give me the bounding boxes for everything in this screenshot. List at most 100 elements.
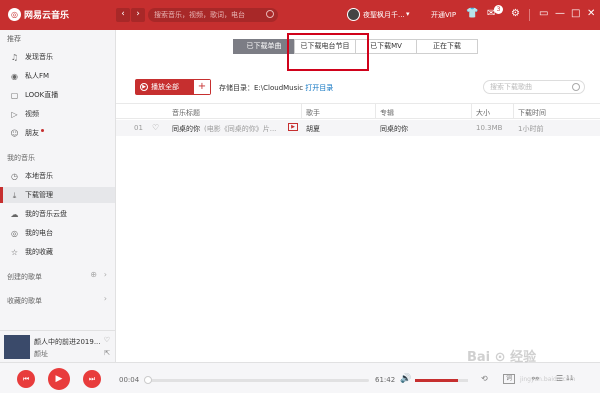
previous-track-button[interactable]: ⏮ bbox=[17, 370, 35, 388]
sidebar-item-cloud-disk[interactable]: ☁ 我的音乐云盘 bbox=[0, 206, 115, 222]
forward-button[interactable]: › bbox=[131, 8, 145, 22]
settings-gear-icon[interactable]: ⚙ bbox=[511, 8, 520, 20]
play-all-group: ▶ 播放全部 + bbox=[135, 79, 211, 95]
sidebar-item-label: 朋友 bbox=[25, 129, 39, 137]
back-button[interactable]: ‹ bbox=[116, 8, 130, 22]
download-search bbox=[483, 80, 585, 94]
play-all-button[interactable]: ▶ 播放全部 bbox=[136, 80, 194, 94]
netease-logo-icon: ◎ bbox=[8, 8, 21, 21]
volume-slider[interactable] bbox=[415, 379, 468, 382]
mv-play-icon[interactable]: ▶ bbox=[288, 123, 298, 131]
download-icon: ⤓ bbox=[12, 190, 17, 200]
like-heart-icon[interactable]: ♡ bbox=[152, 123, 159, 132]
skin-icon[interactable]: 👕 bbox=[466, 8, 478, 20]
column-divider bbox=[301, 104, 302, 119]
column-title[interactable]: 音乐标题 bbox=[172, 108, 200, 118]
total-time: 61:42 bbox=[375, 376, 396, 384]
sidebar-item-label: 下载管理 bbox=[25, 191, 53, 199]
sidebar-item-video[interactable]: ▷ 视频 bbox=[0, 106, 115, 122]
next-track-button[interactable]: ⏭ bbox=[83, 370, 101, 388]
like-heart-icon[interactable]: ♡ bbox=[104, 336, 110, 344]
open-vip-link[interactable]: 开通VIP bbox=[431, 10, 456, 20]
song-download-time: 1小时前 bbox=[518, 125, 544, 133]
close-icon[interactable]: ✕ bbox=[587, 8, 595, 20]
play-all-label: 播放全部 bbox=[151, 83, 179, 91]
baidu-jingyan-watermark: Bai ⊙ 经验 bbox=[467, 350, 537, 365]
sidebar-item-label: LOOK直播 bbox=[25, 91, 59, 99]
loop-mode-icon[interactable]: ⟲ bbox=[481, 374, 488, 383]
sidebar-item-fm[interactable]: ◉ 私人FM bbox=[0, 68, 115, 84]
add-all-to-playlist-button[interactable]: + bbox=[194, 80, 210, 94]
song-artist[interactable]: 胡夏 bbox=[306, 124, 320, 134]
sidebar-item-label: 我的收藏 bbox=[25, 248, 53, 256]
play-pause-button[interactable]: ▶ bbox=[48, 368, 70, 390]
table-row[interactable]: 01 ♡ 同桌的你 (电影《同桌的你》片... ▶ 胡夏 同桌的你 10.3MB… bbox=[116, 120, 600, 136]
created-playlists-header[interactable]: 创建的歌单 bbox=[7, 272, 42, 282]
now-playing-artist[interactable]: 颜址 bbox=[34, 349, 48, 359]
sidebar-item-label: 发现音乐 bbox=[25, 53, 53, 61]
volume-fill bbox=[415, 379, 459, 382]
sidebar-item-label: 视频 bbox=[25, 110, 39, 118]
tv-icon: ▢ bbox=[10, 90, 19, 100]
sidebar-item-local-music[interactable]: ◷ 本地音乐 bbox=[0, 168, 115, 184]
tab-downloading[interactable]: 正在下载 bbox=[416, 39, 478, 54]
radio-station-icon: ◎ bbox=[11, 228, 18, 238]
volume-icon[interactable]: 🔊 bbox=[400, 374, 411, 384]
sidebar-item-downloads[interactable]: ⤓ 下载管理 bbox=[0, 187, 115, 203]
album-cover[interactable] bbox=[4, 335, 30, 359]
tab-downloaded-songs[interactable]: 已下载单曲 bbox=[233, 39, 295, 54]
chevron-right-icon[interactable]: › bbox=[104, 270, 107, 279]
column-size[interactable]: 大小 bbox=[476, 108, 490, 118]
column-album[interactable]: 专辑 bbox=[380, 108, 394, 118]
table-header: 音乐标题 歌手 专辑 大小 下载时间 bbox=[116, 103, 600, 119]
chevron-right-icon[interactable]: › bbox=[104, 294, 107, 303]
player-bar: ⏮ ▶ ⏭ 00:04 61:42 🔊 ⟲ 词 ⚯ ☰ 11 bbox=[0, 362, 600, 393]
sidebar: 推荐 ♫ 发现音乐 ◉ 私人FM ▢ LOOK直播 ▷ 视频 ☺ 朋友 我的音乐… bbox=[0, 30, 116, 362]
user-avatar[interactable] bbox=[347, 8, 360, 21]
toolbar-divider bbox=[529, 9, 530, 21]
lyric-toggle-button[interactable]: 词 bbox=[503, 374, 516, 384]
collected-playlists-header[interactable]: 收藏的歌单 bbox=[7, 296, 42, 306]
global-search-input[interactable] bbox=[154, 9, 260, 21]
download-manager-panel: 已下载单曲 已下载电台节目 已下载MV 正在下载 ▶ 播放全部 + 存储目录：E… bbox=[116, 30, 600, 362]
column-artist[interactable]: 歌手 bbox=[306, 108, 320, 118]
sidebar-item-label: 私人FM bbox=[25, 72, 50, 80]
playback-progress-bar[interactable] bbox=[144, 376, 369, 384]
maximize-icon[interactable]: □ bbox=[571, 8, 580, 20]
recommend-section-title: 推荐 bbox=[7, 35, 21, 43]
clock-icon: ◷ bbox=[11, 171, 18, 181]
open-directory-link[interactable]: 打开目录 bbox=[305, 84, 333, 92]
song-subtitle: (电影《同桌的你》片... bbox=[204, 125, 277, 133]
minimize-icon[interactable]: — bbox=[555, 8, 565, 20]
now-playing-title[interactable]: 颜人中的前进2019... bbox=[34, 337, 101, 347]
storage-directory: 存储目录：E:\CloudMusic 打开目录 bbox=[219, 83, 333, 93]
sidebar-item-discover[interactable]: ♫ 发现音乐 bbox=[0, 49, 115, 65]
expand-player-icon[interactable]: ⇱ bbox=[104, 349, 110, 357]
cloud-icon: ☁ bbox=[10, 209, 19, 219]
progress-handle[interactable] bbox=[144, 376, 153, 384]
friends-icon: ☺ bbox=[10, 128, 19, 138]
add-playlist-icon[interactable]: ⊕ bbox=[90, 270, 97, 279]
current-time: 00:04 bbox=[119, 376, 140, 384]
sidebar-item-friends[interactable]: ☺ 朋友 bbox=[0, 125, 115, 141]
row-index: 01 bbox=[134, 124, 143, 132]
column-download-time[interactable]: 下载时间 bbox=[518, 108, 546, 118]
search-icon[interactable] bbox=[572, 83, 580, 91]
app-logo[interactable]: ◎ 网易云音乐 bbox=[8, 8, 69, 21]
song-album[interactable]: 同桌的你 bbox=[380, 124, 408, 134]
mini-mode-icon[interactable]: ▭ bbox=[539, 8, 548, 20]
column-divider bbox=[513, 104, 514, 119]
sidebar-item-look-live[interactable]: ▢ LOOK直播 bbox=[0, 87, 115, 103]
video-icon: ▷ bbox=[11, 109, 18, 119]
chevron-down-icon[interactable]: ▾ bbox=[406, 10, 410, 18]
sidebar-item-my-radio[interactable]: ◎ 我的电台 bbox=[0, 225, 115, 241]
search-icon[interactable] bbox=[266, 10, 274, 18]
username[interactable]: 夜聖枫月千... bbox=[363, 10, 405, 20]
download-search-input[interactable] bbox=[490, 82, 570, 92]
notification-dot bbox=[41, 129, 44, 132]
my-music-section-title: 我的音乐 bbox=[7, 154, 35, 162]
sidebar-item-label: 本地音乐 bbox=[25, 172, 53, 180]
sidebar-item-favorites[interactable]: ☆ 我的收藏 bbox=[0, 244, 115, 260]
download-toolbar: ▶ 播放全部 + 存储目录：E:\CloudMusic 打开目录 bbox=[116, 79, 600, 99]
app-name: 网易云音乐 bbox=[24, 11, 70, 21]
